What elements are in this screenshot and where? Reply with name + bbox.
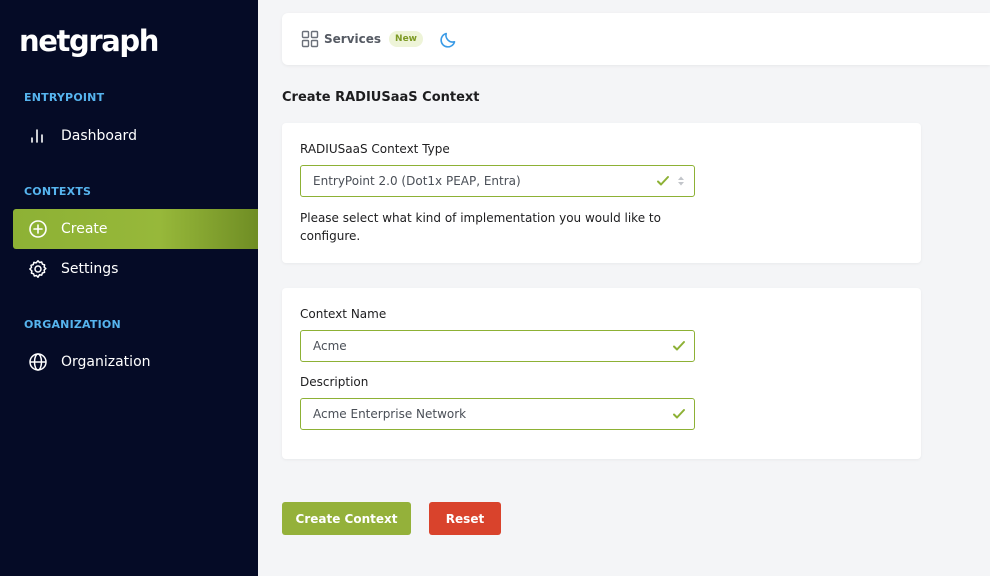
sidebar-item-label: Dashboard bbox=[61, 128, 137, 144]
top-bar: Services New bbox=[282, 13, 990, 65]
reset-button[interactable]: Reset bbox=[429, 502, 501, 535]
netgraph-logo[interactable]: netgraph bbox=[19, 24, 159, 58]
context-name-label: Context Name bbox=[300, 307, 387, 321]
grid-icon bbox=[301, 30, 319, 48]
check-icon bbox=[656, 174, 670, 188]
sidebar-item-create[interactable]: Create bbox=[13, 209, 258, 249]
sidebar-item-settings[interactable]: Settings bbox=[13, 249, 258, 289]
sidebar-item-label: Organization bbox=[61, 354, 151, 370]
sidebar-item-dashboard[interactable]: Dashboard bbox=[13, 116, 258, 156]
page-title: Create RADIUSaaS Context bbox=[282, 90, 480, 105]
description-input[interactable]: Acme Enterprise Network bbox=[300, 398, 695, 430]
globe-icon bbox=[28, 352, 48, 372]
section-label-organization: ORGANIZATION bbox=[24, 318, 121, 331]
context-type-help-text: Please select what kind of implementatio… bbox=[300, 211, 661, 243]
services-label: Services bbox=[324, 32, 382, 46]
context-name-input[interactable]: Acme bbox=[300, 330, 695, 362]
context-name-value: Acme bbox=[313, 339, 347, 353]
sidebar-item-label: Settings bbox=[61, 261, 119, 277]
create-context-button[interactable]: Create Context bbox=[282, 502, 411, 535]
check-icon bbox=[672, 339, 686, 353]
section-label-contexts: CONTEXTS bbox=[24, 185, 92, 198]
context-details-card: Context Name Acme Description Acme Enter… bbox=[282, 288, 921, 459]
select-arrows-icon bbox=[677, 175, 685, 187]
check-icon bbox=[672, 407, 686, 421]
sidebar-item-label: Create bbox=[61, 221, 108, 237]
description-value: Acme Enterprise Network bbox=[313, 407, 467, 421]
gear-icon bbox=[28, 259, 48, 279]
moon-icon[interactable] bbox=[439, 29, 459, 49]
plus-circle-icon bbox=[28, 219, 48, 239]
context-type-select[interactable]: EntryPoint 2.0 (Dot1x PEAP, Entra) bbox=[300, 165, 695, 197]
section-label-entrypoint: ENTRYPOINT bbox=[24, 91, 105, 104]
sidebar-item-organization[interactable]: Organization bbox=[13, 342, 258, 382]
new-badge: New bbox=[389, 31, 423, 47]
sidebar: netgraph ENTRYPOINT Dashboard CONTEXTS C… bbox=[0, 0, 258, 576]
context-type-value: EntryPoint 2.0 (Dot1x PEAP, Entra) bbox=[313, 174, 521, 188]
bar-chart-icon bbox=[28, 126, 48, 146]
description-label: Description bbox=[300, 375, 369, 389]
context-type-label: RADIUSaaS Context Type bbox=[300, 142, 450, 156]
services-menu[interactable]: Services New bbox=[301, 30, 423, 48]
context-type-card: RADIUSaaS Context Type EntryPoint 2.0 (D… bbox=[282, 123, 921, 263]
